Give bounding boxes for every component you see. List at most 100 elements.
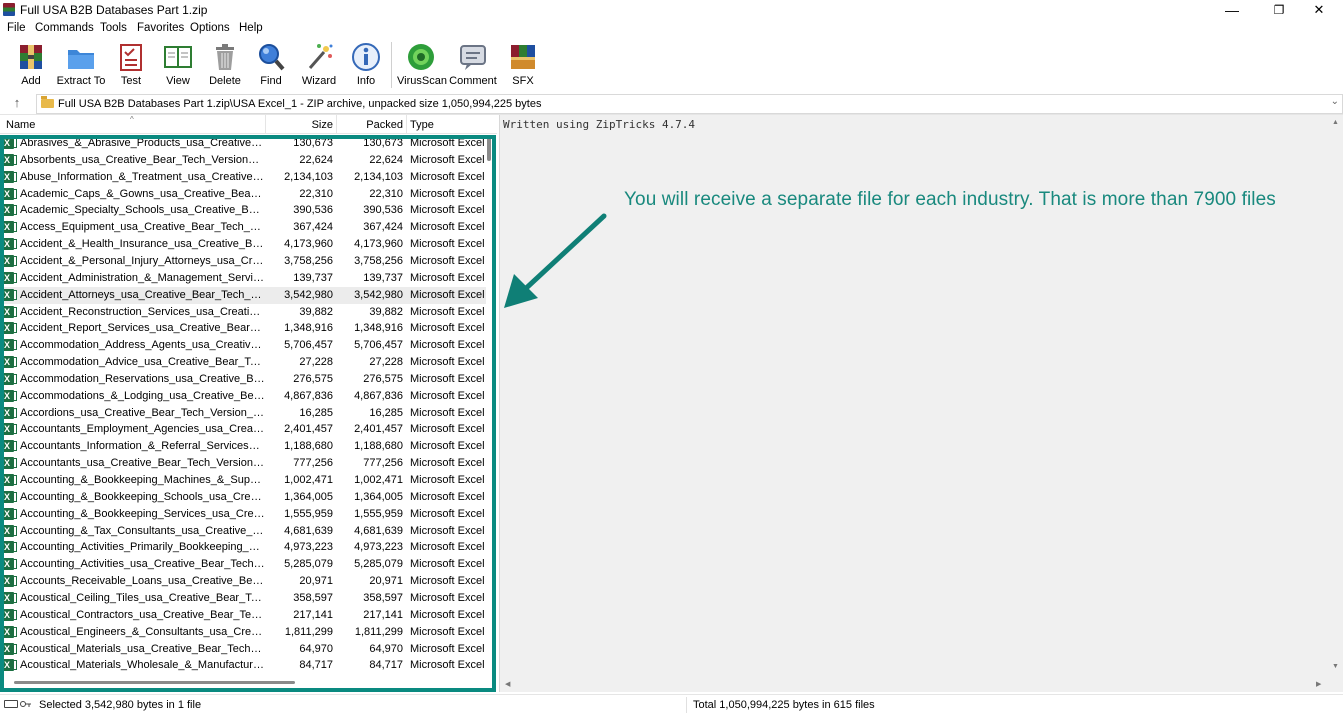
file-row[interactable]: Accounting_&_Bookkeeping_Schools_usa_Cre…	[0, 489, 486, 506]
excel-file-icon	[3, 288, 17, 301]
file-row[interactable]: Access_Equipment_usa_Creative_Bear_Tech_…	[0, 219, 486, 236]
file-size: 4,973,223	[284, 541, 333, 554]
menu-file[interactable]: File	[7, 22, 26, 34]
file-row[interactable]: Abuse_Information_&_Treatment_usa_Creati…	[0, 169, 486, 186]
menu-options[interactable]: Options	[190, 22, 230, 34]
file-row[interactable]: Acoustical_Ceiling_Tiles_usa_Creative_Be…	[0, 590, 486, 607]
file-size: 20,971	[299, 575, 333, 588]
preview-horizontal-scrollbar[interactable]: ◀ ▶	[500, 678, 1328, 691]
file-type: Microsoft Excel	[410, 372, 485, 385]
sfx-button[interactable]: SFX	[504, 42, 542, 87]
file-row[interactable]: Accident_Administration_&_Management_Ser…	[0, 270, 486, 287]
file-name: Academic_Caps_&_Gowns_usa_Creative_Bear_…	[20, 187, 265, 200]
test-button[interactable]: Test	[114, 42, 148, 87]
file-row[interactable]: Accountants_usa_Creative_Bear_Tech_Versi…	[0, 455, 486, 472]
file-packed-size: 3,758,256	[354, 254, 403, 267]
column-header-size[interactable]: Size	[266, 119, 333, 131]
wizard-button[interactable]: Wizard	[300, 42, 338, 87]
delete-button[interactable]: Delete	[206, 42, 244, 87]
horizontal-scroll-thumb[interactable]	[14, 681, 295, 684]
file-row[interactable]: Accommodations_&_Lodging_usa_Creative_Be…	[0, 388, 486, 405]
file-packed-size: 84,717	[369, 659, 403, 672]
up-arrow-icon[interactable]: ↑	[9, 95, 25, 110]
file-row[interactable]: Accommodation_Reservations_usa_Creative_…	[0, 371, 486, 388]
menu-favorites[interactable]: Favorites	[137, 22, 184, 34]
file-row[interactable]: Accountants_Information_&_Referral_Servi…	[0, 438, 486, 455]
address-bar: ↑ Full USA B2B Databases Part 1.zip\USA …	[0, 94, 1343, 115]
file-packed-size: 1,002,471	[354, 474, 403, 486]
scroll-down-icon[interactable]: ▼	[1332, 663, 1339, 670]
file-row[interactable]: Accident_Reconstruction_Services_usa_Cre…	[0, 304, 486, 321]
file-type: Microsoft Excel	[410, 591, 485, 604]
file-type: Microsoft Excel	[410, 322, 485, 335]
add-button[interactable]: Add	[12, 42, 50, 87]
scroll-up-icon[interactable]: ▲	[1332, 119, 1339, 126]
scroll-right-icon[interactable]: ▶	[1316, 680, 1321, 688]
find-button[interactable]: Find	[255, 42, 287, 87]
virus-scan-icon	[406, 42, 436, 72]
extract-to-button[interactable]: Extract To	[56, 42, 106, 87]
column-header-packed[interactable]: Packed	[336, 119, 403, 131]
file-row[interactable]: Accounting_&_Bookkeeping_Machines_&_Supp…	[0, 472, 486, 489]
info-button[interactable]: Info	[350, 42, 382, 87]
file-name: Abrasives_&_Abrasive_Products_usa_Creati…	[20, 137, 265, 149]
file-row[interactable]: Accident_&_Personal_Injury_Attorneys_usa…	[0, 253, 486, 270]
file-row[interactable]: Acoustical_Engineers_&_Consultants_usa_C…	[0, 624, 486, 641]
file-size: 367,424	[293, 221, 333, 234]
file-row[interactable]: Accounts_Receivable_Loans_usa_Creative_B…	[0, 573, 486, 590]
file-row[interactable]: Accountants_Employment_Agencies_usa_Crea…	[0, 421, 486, 438]
virusscan-button[interactable]: VirusScan	[397, 42, 447, 87]
file-list: ^ Name Size Packed Type Abrasives_&_Abra…	[0, 115, 497, 692]
column-header-type[interactable]: Type	[410, 119, 434, 131]
file-size: 1,364,005	[284, 490, 333, 503]
file-size: 27,228	[299, 356, 333, 369]
file-type: Microsoft Excel	[410, 474, 485, 486]
vertical-scrollbar[interactable]	[486, 133, 492, 678]
file-row[interactable]: Academic_Specialty_Schools_usa_Creative_…	[0, 202, 486, 219]
file-row[interactable]: Accident_&_Health_Insurance_usa_Creative…	[0, 236, 486, 253]
file-name: Access_Equipment_usa_Creative_Bear_Tech_…	[20, 221, 265, 234]
file-row[interactable]: Acoustical_Materials_usa_Creative_Bear_T…	[0, 641, 486, 658]
scroll-left-icon[interactable]: ◀	[505, 680, 510, 688]
file-row[interactable]: Accommodation_Advice_usa_Creative_Bear_T…	[0, 354, 486, 371]
comment-button[interactable]: Comment	[449, 42, 497, 87]
file-packed-size: 5,285,079	[354, 558, 403, 571]
minimize-button[interactable]: —	[1209, 0, 1255, 20]
view-button[interactable]: View	[160, 42, 196, 87]
vertical-scroll-thumb[interactable]	[487, 137, 491, 161]
file-packed-size: 390,536	[363, 204, 403, 217]
sfx-label: SFX	[512, 75, 534, 87]
file-row[interactable]: Accordions_usa_Creative_Bear_Tech_Versio…	[0, 405, 486, 422]
address-field[interactable]: Full USA B2B Databases Part 1.zip\USA Ex…	[36, 94, 1343, 114]
horizontal-scrollbar[interactable]	[0, 677, 486, 687]
file-row[interactable]: Accounting_Activities_Primarily_Bookkeep…	[0, 539, 486, 556]
excel-file-icon	[3, 490, 17, 503]
menu-help[interactable]: Help	[239, 22, 263, 34]
file-packed-size: 276,575	[363, 372, 403, 385]
excel-file-icon	[3, 238, 17, 251]
column-header-name[interactable]: Name	[6, 119, 35, 131]
close-button[interactable]: ✕	[1296, 0, 1342, 20]
column-divider[interactable]	[406, 115, 407, 133]
file-row[interactable]: Accident_Attorneys_usa_Creative_Bear_Tec…	[0, 286, 486, 304]
file-row[interactable]: Acoustical_Contractors_usa_Creative_Bear…	[0, 607, 486, 624]
excel-file-icon	[3, 423, 17, 436]
file-type: Microsoft Excel	[410, 423, 485, 436]
file-name: Accountants_Employment_Agencies_usa_Crea…	[20, 423, 265, 436]
file-row[interactable]: Abrasives_&_Abrasive_Products_usa_Creati…	[0, 135, 486, 152]
preview-vertical-scrollbar[interactable]: ▲ ▼	[1328, 115, 1343, 678]
file-row[interactable]: Absorbents_usa_Creative_Bear_Tech_Versio…	[0, 152, 486, 169]
file-row[interactable]: Academic_Caps_&_Gowns_usa_Creative_Bear_…	[0, 186, 486, 203]
file-row[interactable]: Accident_Report_Services_usa_Creative_Be…	[0, 320, 486, 337]
file-row[interactable]: Accounting_&_Tax_Consultants_usa_Creativ…	[0, 523, 486, 540]
file-row[interactable]: Acoustical_Materials_Wholesale_&_Manufac…	[0, 657, 486, 674]
file-row[interactable]: Accounting_&_Bookkeeping_Services_usa_Cr…	[0, 506, 486, 523]
chevron-down-icon[interactable]: ⌄	[1331, 96, 1339, 107]
file-packed-size: 217,141	[363, 608, 403, 621]
file-size: 1,555,959	[284, 507, 333, 520]
file-row[interactable]: Accommodation_Address_Agents_usa_Creativ…	[0, 337, 486, 354]
excel-file-icon	[3, 339, 17, 352]
menu-tools[interactable]: Tools	[100, 22, 127, 34]
file-row[interactable]: Accounting_Activities_usa_Creative_Bear_…	[0, 556, 486, 573]
menu-commands[interactable]: Commands	[35, 22, 94, 34]
